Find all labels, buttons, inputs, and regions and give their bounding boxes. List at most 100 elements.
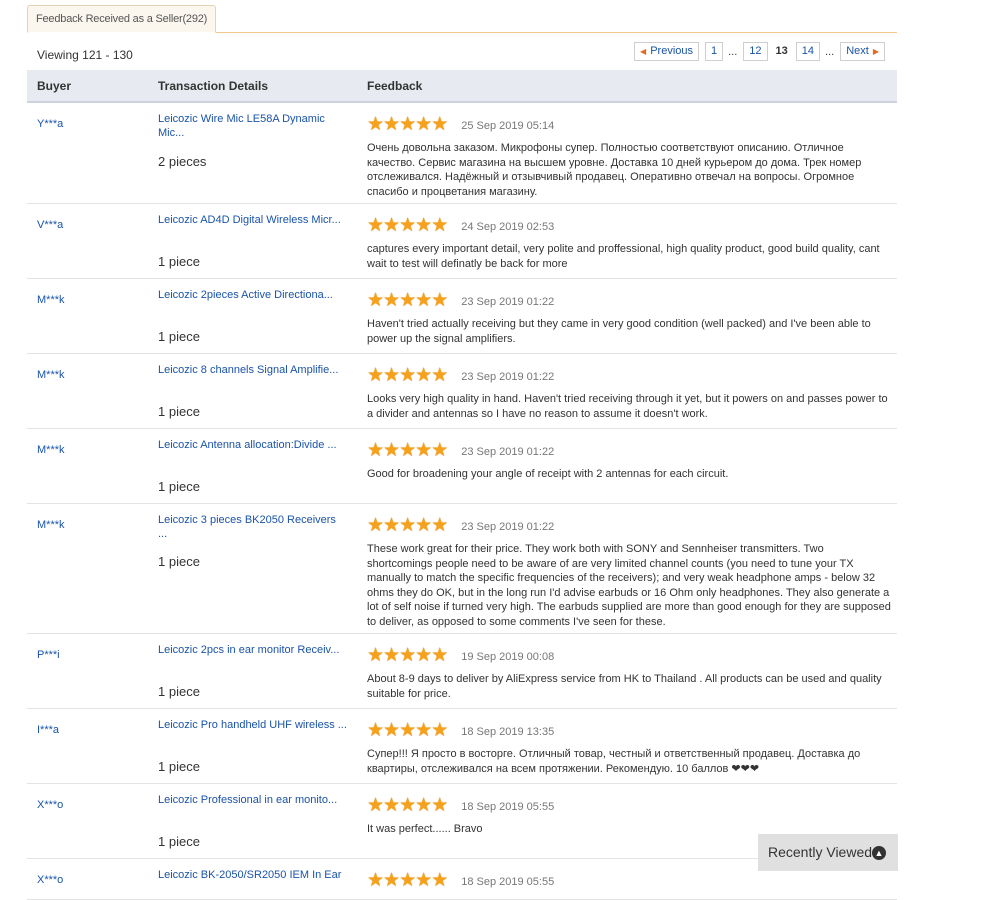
chevron-up-circle-icon: ▲ [872,846,886,860]
star-icon: ★ [415,720,432,741]
product-link[interactable]: Leicozic 3 pieces BK2050 Receivers ... [158,513,348,541]
buyer-name[interactable]: M***k [37,369,65,381]
star-icon: ★ [415,515,432,536]
feedback-date: 18 Sep 2019 05:55 [461,875,555,888]
star-rating: ★★★★★ [367,215,448,236]
arrow-left-icon: ◀ [640,47,647,56]
product-link[interactable]: Leicozic Pro handheld UHF wireless ... [158,718,348,732]
page-14-button[interactable]: 14 [795,42,821,61]
star-rating: ★★★★★ [367,515,448,536]
page-1-button[interactable]: 1 [705,42,724,61]
buyer-name[interactable]: I***a [37,724,59,736]
product-link[interactable]: Leicozic 8 channels Signal Amplifie... [158,363,348,377]
star-icon: ★ [367,870,384,891]
table-row: V***a Leicozic AD4D Digital Wireless Micr… [27,204,897,279]
feedback-date: 23 Sep 2019 01:22 [461,445,555,458]
table-row: M***k Leicozic 3 pieces BK2050 Receivers … [27,504,897,634]
current-page: 13 [773,43,790,60]
table-row: I***a Leicozic Pro handheld UHF wireless … [27,709,897,784]
feedback-panel: Feedback Received as a Seller(292) Viewi… [27,0,897,900]
buyer-name[interactable]: M***k [37,519,65,531]
star-icon: ★ [367,795,384,816]
buyer-name[interactable]: M***k [37,294,65,306]
recently-viewed-label: Recently Viewed [768,844,873,860]
quantity: 1 piece [158,759,200,774]
product-link[interactable]: Leicozic Professional in ear monito... [158,793,348,807]
next-page-button[interactable]: Next ▶ [840,42,885,61]
feedback-cell: ★★★★★ 23 Sep 2019 01:22 Haven't tried actu… [367,290,892,346]
buyer-name[interactable]: P***i [37,649,60,661]
star-icon: ★ [399,114,416,135]
star-icon: ★ [367,645,384,666]
star-icon: ★ [383,720,400,741]
star-icon: ★ [431,114,448,135]
quantity: 1 piece [158,404,200,419]
page-12-button[interactable]: 12 [743,42,768,61]
star-icon: ★ [431,215,448,236]
previous-page-button[interactable]: ◀ Previous [634,42,699,61]
star-icon: ★ [383,365,400,386]
star-rating: ★★★★★ [367,440,448,461]
star-icon: ★ [415,645,432,666]
star-icon: ★ [415,114,432,135]
table-row: M***k Leicozic 8 channels Signal Amplifie… [27,354,897,429]
product-link[interactable]: Leicozic 2pcs in ear monitor Receiv... [158,643,348,657]
recently-viewed-button[interactable]: Recently Viewed ▲ [758,834,898,871]
star-icon: ★ [399,365,416,386]
buyer-name[interactable]: Y***a [37,118,63,130]
buyer-name[interactable]: V***a [37,219,63,231]
feedback-cell: ★★★★★ 18 Sep 2019 05:55 [367,870,892,897]
star-icon: ★ [367,114,384,135]
star-rating: ★★★★★ [367,114,448,135]
viewing-range: Viewing 121 - 130 [37,48,133,62]
star-icon: ★ [399,440,416,461]
table-row: M***k Leicozic 2pieces Active Directiona.… [27,279,897,354]
star-icon: ★ [431,290,448,311]
feedback-cell: ★★★★★ 18 Sep 2019 05:55 It was perfect....… [367,795,892,837]
product-link[interactable]: Leicozic BK-2050/SR2050 IEM In Ear [158,868,348,882]
star-rating: ★★★★★ [367,795,448,816]
star-icon: ★ [383,114,400,135]
buyer-name[interactable]: M***k [37,444,65,456]
star-icon: ★ [383,795,400,816]
star-icon: ★ [415,440,432,461]
feedback-text: Haven't tried actually receiving but the… [367,318,871,345]
product-link[interactable]: Leicozic 2pieces Active Directiona... [158,288,348,302]
buyer-name[interactable]: X***o [37,874,63,886]
star-icon: ★ [431,795,448,816]
star-rating: ★★★★★ [367,365,448,386]
previous-label: Previous [650,45,693,57]
pagination-bar: Viewing 121 - 130 ◀ Previous 1 ... 12 13 … [27,33,897,70]
star-icon: ★ [415,290,432,311]
star-icon: ★ [399,795,416,816]
arrow-right-icon: ▶ [872,47,879,56]
star-icon: ★ [431,645,448,666]
product-link[interactable]: Leicozic Wire Mic LE58A Dynamic Mic... [158,112,348,140]
column-buyer: Buyer [37,79,72,93]
feedback-text: Очень довольна заказом. Микрофоны супер.… [367,142,862,198]
feedback-cell: ★★★★★ 23 Sep 2019 01:22 Good for broadenin… [367,440,892,482]
product-link[interactable]: Leicozic AD4D Digital Wireless Micr... [158,213,348,227]
feedback-date: 18 Sep 2019 05:55 [461,800,555,813]
pagination-ellipsis: ... [825,45,835,58]
star-icon: ★ [367,215,384,236]
star-icon: ★ [399,215,416,236]
tab-feedback-received[interactable]: Feedback Received as a Seller(292) [27,5,217,33]
next-label: Next [846,45,869,57]
star-rating: ★★★★★ [367,645,448,666]
buyer-name[interactable]: X***o [37,799,63,811]
feedback-cell: ★★★★★ 19 Sep 2019 00:08 About 8-9 days to … [367,645,892,701]
star-icon: ★ [367,515,384,536]
star-icon: ★ [431,440,448,461]
table-row: Y***a Leicozic Wire Mic LE58A Dynamic Mic… [27,103,897,204]
star-icon: ★ [431,720,448,741]
star-icon: ★ [399,720,416,741]
star-icon: ★ [367,290,384,311]
quantity: 1 piece [158,684,200,699]
feedback-date: 19 Sep 2019 00:08 [461,650,555,663]
star-icon: ★ [415,870,432,891]
star-icon: ★ [367,440,384,461]
quantity: 1 piece [158,329,200,344]
star-icon: ★ [383,515,400,536]
product-link[interactable]: Leicozic Antenna allocation:Divide ... [158,438,348,452]
